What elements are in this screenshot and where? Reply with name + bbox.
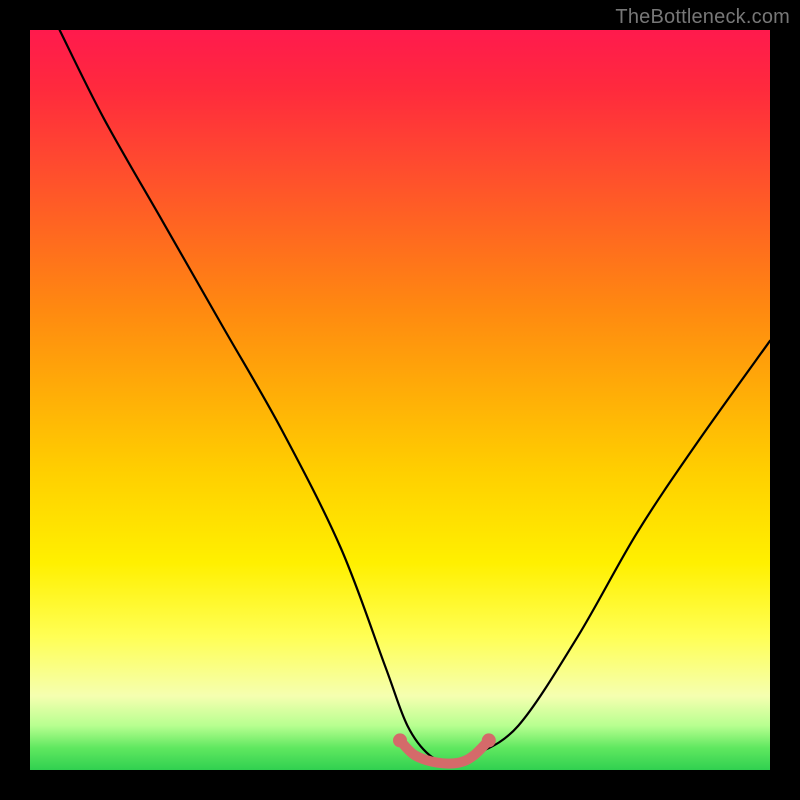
chart-frame: TheBottleneck.com — [0, 0, 800, 800]
curve-svg — [30, 30, 770, 770]
highlight-dot — [393, 733, 407, 747]
highlight-dot — [482, 733, 496, 747]
watermark-label: TheBottleneck.com — [615, 6, 790, 29]
plot-area — [30, 30, 770, 770]
flat-bottom-highlight — [400, 740, 489, 763]
bottleneck-curve — [60, 30, 770, 763]
